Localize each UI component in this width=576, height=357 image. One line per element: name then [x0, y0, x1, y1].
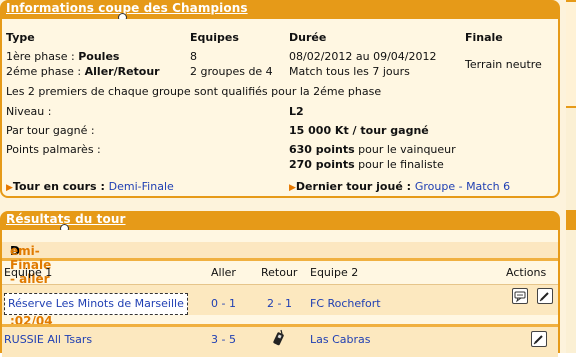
results-panel-header: Résultats du tour — [0, 211, 560, 233]
col-equipe2: Equipe 2 — [310, 266, 359, 279]
info-panel-title: Informations coupe des Champions — [6, 1, 248, 15]
header-equipes: Equipes — [190, 31, 239, 44]
phase1-label: 1ère phase : Poules — [6, 50, 120, 63]
info-panel: Type Equipes Durée Finale 1ère phase : P… — [0, 19, 560, 198]
col-actions: Actions — [506, 266, 547, 279]
score-aller: 3 - 5 — [211, 333, 236, 346]
arrow-right-icon: ▶ — [289, 183, 296, 193]
palmares-label: Points palmarès : — [6, 143, 101, 156]
side-panel-block — [566, 0, 576, 108]
phase2-label: 2éme phase : Aller/Retour — [6, 65, 160, 78]
phase1-dates: 08/02/2012 au 09/04/2012 — [289, 50, 437, 63]
right-side-panel — [566, 0, 576, 353]
col-aller: Aller — [211, 266, 236, 279]
par-tour-label: Par tour gagné : — [6, 124, 95, 137]
col-retour: Retour — [261, 266, 298, 279]
phone-icon[interactable] — [272, 329, 286, 350]
phase1-value: Poules — [78, 50, 120, 63]
phase1-teams: 8 — [190, 50, 197, 63]
table-row: Réserve Les Minots de Marseille 0 - 1 2 … — [2, 284, 558, 315]
phase2-dates: Match tous les 7 jours — [289, 65, 410, 78]
dernier-tour-link[interactable]: Groupe - Match 6 — [415, 180, 510, 193]
header-finale: Finale — [465, 31, 503, 44]
team1-link[interactable]: Réserve Les Minots de Marseille — [4, 293, 188, 315]
finale-value: Terrain neutre — [465, 58, 542, 71]
header-type: Type — [6, 31, 35, 44]
col-equipe1: Equipe 1 — [4, 266, 53, 279]
header-duree: Durée — [289, 31, 327, 44]
score-aller: 0 - 1 — [211, 297, 236, 310]
edit-pencil-icon[interactable] — [531, 331, 547, 347]
team2-link[interactable]: FC Rochefort — [310, 297, 381, 310]
palmares-finalist: 270 points pour le finaliste — [289, 158, 444, 171]
team1-link[interactable]: RUSSIE All Tsars — [4, 333, 92, 346]
tour-en-cours-link[interactable]: Demi-Finale — [109, 180, 174, 193]
dernier-tour: ▶Dernier tour joué : Groupe - Match 6 — [289, 180, 511, 193]
phase2-value: Aller/Retour — [84, 65, 160, 78]
comment-icon[interactable] — [512, 288, 528, 304]
phase2-teams: 2 groupes de 4 — [190, 65, 273, 78]
niveau-value: L2 — [289, 105, 304, 118]
score-retour: 2 - 1 — [267, 297, 292, 310]
niveau-label: Niveau : — [6, 105, 52, 118]
qualif-note: Les 2 premiers de chaque groupe sont qua… — [6, 85, 382, 98]
tour-en-cours: ▶Tour en cours : Demi-Finale — [6, 180, 174, 193]
team2-link[interactable]: Las Cabras — [310, 333, 371, 346]
arrow-right-icon: ▶ — [6, 183, 13, 193]
info-panel-header: Informations coupe des Champions — [0, 0, 560, 22]
round-title: Demi-Finale - aller :29/03, retour :02/0… — [2, 242, 558, 328]
edit-pencil-icon[interactable] — [537, 288, 553, 304]
side-panel-header — [566, 210, 576, 230]
palmares-winner: 630 points pour le vainqueur — [289, 143, 456, 156]
results-panel: Demi-Finale - aller :29/03, retour :02/0… — [0, 230, 560, 357]
par-tour-value: 15 000 Kt / tour gagné — [289, 124, 429, 137]
